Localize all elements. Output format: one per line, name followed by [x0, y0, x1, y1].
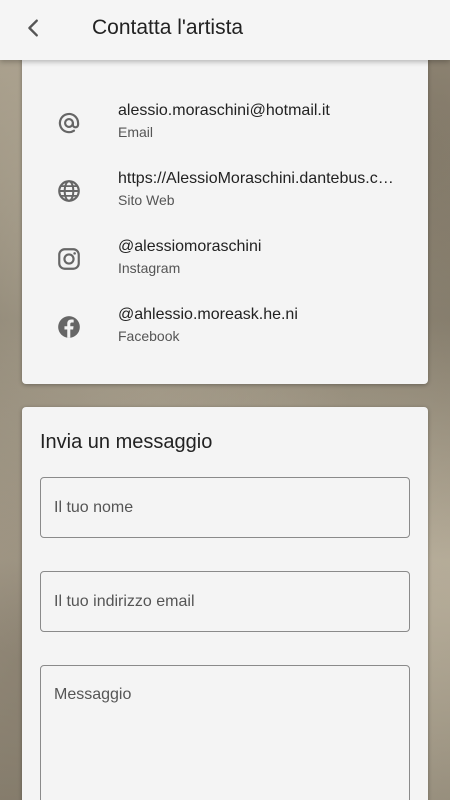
contact-email-value: alessio.moraschini@hotmail.it — [118, 102, 330, 119]
message-form-card: Invia un messaggio — [22, 407, 428, 800]
contact-row-email[interactable]: alessio.moraschini@hotmail.it Email — [22, 102, 428, 158]
message-textarea[interactable] — [40, 665, 410, 800]
app-bar: Contatta l'artista — [0, 0, 450, 60]
page-title: Contatta l'artista — [92, 16, 244, 39]
contact-instagram-value: @alessiomoraschini — [118, 238, 262, 255]
globe-icon — [58, 180, 80, 202]
contact-info-card: alessio.moraschini@hotmail.it Email http… — [22, 52, 428, 384]
contact-instagram-label: Instagram — [118, 260, 181, 276]
chevron-left-icon — [28, 19, 38, 37]
contact-email-label: Email — [118, 124, 154, 140]
email-input[interactable] — [40, 571, 410, 632]
form-title: Invia un messaggio — [40, 431, 213, 453]
back-button[interactable] — [18, 12, 50, 44]
contact-facebook-value: @ahlessio.moreask.he.ni — [118, 306, 298, 323]
at-sign-icon — [58, 112, 80, 134]
instagram-icon — [58, 248, 80, 270]
contact-website-label: Sito Web — [118, 192, 175, 208]
facebook-icon — [58, 316, 80, 338]
contact-facebook-label: Facebook — [118, 328, 180, 344]
contact-row-website[interactable]: https://AlessioMoraschini.dantebus.com S… — [22, 170, 428, 226]
contact-website-value: https://AlessioMoraschini.dantebus.com — [118, 170, 398, 187]
contact-row-facebook[interactable]: @ahlessio.moreask.he.ni Facebook — [22, 306, 428, 362]
contact-row-instagram[interactable]: @alessiomoraschini Instagram — [22, 238, 428, 294]
name-input[interactable] — [40, 477, 410, 538]
